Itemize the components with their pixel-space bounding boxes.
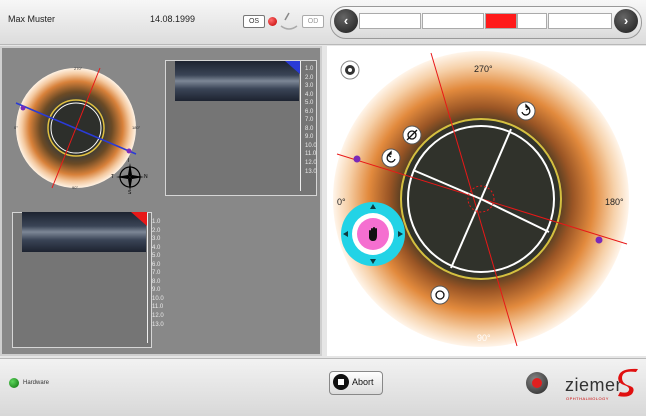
rotate-clockwise-icon[interactable]	[516, 101, 536, 121]
chevron-left-icon[interactable]: ‹	[334, 9, 358, 33]
depth-scale-tick: 1.0	[152, 219, 161, 225]
depth-scale-tick: 11.0	[152, 304, 164, 311]
depth-scale-tick: 7.0	[305, 117, 314, 124]
eye-switch-icon	[280, 12, 298, 30]
overview-label-left: 0°	[14, 125, 18, 130]
compass-label-w: T	[111, 174, 115, 180]
depth-scale-tick: 2.0	[152, 227, 161, 234]
depth-scale-tick: 11.0	[305, 151, 317, 158]
depth-scale-tick: 6.0	[305, 108, 314, 115]
scan-corner-marker-red	[131, 212, 147, 226]
compass-label-s: S	[128, 190, 132, 196]
workflow-step[interactable]	[517, 13, 547, 29]
eye-status-indicator	[268, 17, 277, 26]
overview-label-right: 180°	[132, 125, 141, 130]
chevron-right-icon[interactable]: ›	[614, 9, 638, 33]
workflow-step-active[interactable]	[485, 13, 517, 29]
depth-scale-top: 1.0 2.0 3.0 4.0 5.0 6.0 7.0 8.0 9.0 10.0 11.0 12.0 1…	[305, 66, 317, 177]
stop-icon	[333, 374, 349, 390]
diameter-icon[interactable]	[402, 125, 422, 145]
angle-label-bottom: 90°	[477, 333, 491, 343]
angle-label-right: 180°	[605, 197, 624, 207]
hardware-status-label: Hardware	[23, 380, 50, 386]
depth-scale-tick: 13.0	[152, 321, 164, 328]
emergency-stop-button[interactable]	[526, 372, 548, 394]
depth-scale-tick: 3.0	[152, 236, 161, 243]
abort-button[interactable]: Abort	[329, 371, 383, 395]
depth-scale-tick: 10.0	[152, 295, 164, 302]
depth-scale-tick: 7.0	[152, 270, 161, 277]
oct-bscan-image-bottom	[22, 212, 146, 252]
depth-scale-tick: 12.0	[152, 313, 164, 320]
compass-icon	[116, 163, 144, 191]
hand-icon	[369, 227, 377, 241]
ziemer-logo-mark	[618, 368, 638, 397]
settings-icon[interactable]	[340, 60, 360, 80]
depth-scale-tick: 9.0	[152, 287, 161, 294]
depth-scale-tick: 8.0	[305, 125, 314, 132]
angle-label-top: 270°	[474, 64, 493, 74]
depth-scale-tick: 6.0	[152, 261, 161, 268]
depth-scale-bottom: 1.0 2.0 3.0 4.0 5.0 6.0 7.0 8.0 9.0 10.0 11.0 12.0 1…	[152, 219, 164, 330]
depth-scale-tick: 5.0	[305, 100, 314, 107]
workflow-step[interactable]	[359, 13, 421, 29]
ziemer-logo-subtitle: OPHTHALMOLOGY	[566, 396, 609, 401]
abort-button-label: Abort	[352, 377, 374, 387]
scan-scale-axis	[147, 213, 148, 343]
rotate-counterclockwise-icon[interactable]	[381, 148, 401, 168]
patient-birthdate: 14.08.1999	[150, 14, 196, 24]
eye-od-button[interactable]: OD	[302, 15, 324, 28]
depth-scale-tick: 2.0	[305, 74, 314, 81]
patient-name: Max Muster	[8, 14, 56, 24]
oct-bscan-image-top	[175, 61, 299, 101]
scan-scale-axis	[300, 61, 301, 191]
depth-scale-tick: 10.0	[305, 142, 317, 149]
depth-scale-tick: 1.0	[305, 66, 314, 72]
workflow-step[interactable]	[548, 13, 612, 29]
overview-label-bottom: 90°	[72, 185, 79, 190]
workflow-step[interactable]	[422, 13, 484, 29]
rotate-toggle-icon[interactable]	[430, 285, 450, 305]
depth-scale-tick: 9.0	[305, 134, 314, 141]
eye-os-button[interactable]: OS	[243, 15, 265, 28]
compass-label-n: I	[128, 158, 130, 164]
depth-scale-tick: 8.0	[152, 278, 161, 285]
depth-scale-tick: 5.0	[152, 253, 161, 260]
scan-corner-marker-blue	[285, 61, 301, 75]
footer-bar	[0, 358, 646, 416]
depth-scale-tick: 13.0	[305, 168, 317, 175]
depth-scale-tick: 4.0	[152, 244, 161, 251]
depth-scale-tick: 12.0	[305, 160, 317, 167]
overview-label-top: 270°	[74, 66, 83, 71]
depth-scale-tick: 4.0	[305, 91, 314, 98]
ziemer-logo-text: ziemer	[565, 375, 623, 395]
compass-label-e: N	[144, 174, 148, 180]
hardware-status-icon	[9, 378, 19, 388]
depth-scale-tick: 3.0	[305, 83, 314, 90]
